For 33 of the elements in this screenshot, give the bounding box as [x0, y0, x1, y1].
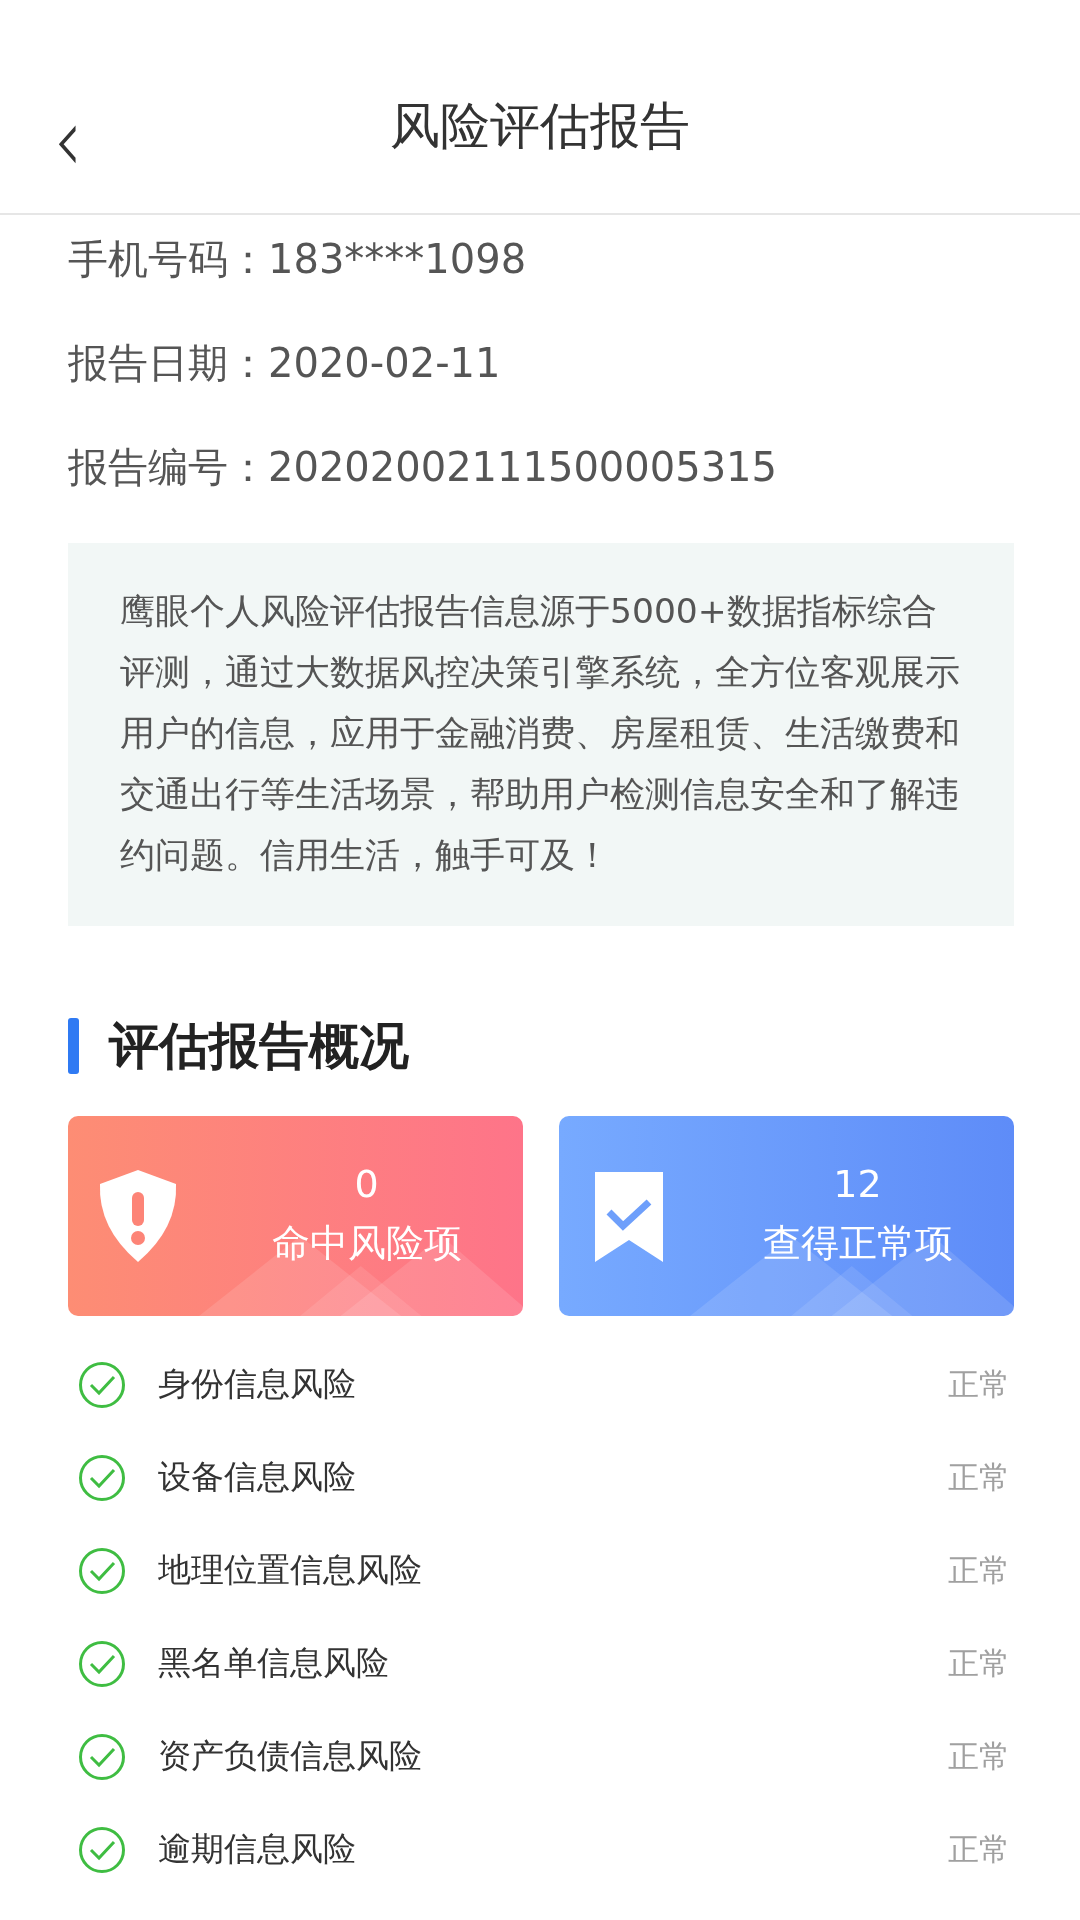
- status-text: 正常: [948, 1736, 1010, 1776]
- section-title: 评估报告概况: [109, 1015, 409, 1077]
- risk-item-name: 设备信息风险: [158, 1456, 357, 1498]
- accent-bar: [68, 1018, 79, 1074]
- info-label: 报告编号：: [68, 444, 268, 490]
- risk-item-name: 黑名单信息风险: [158, 1642, 390, 1684]
- check-circle-icon: [78, 1360, 126, 1409]
- check-circle-icon: [78, 1546, 126, 1595]
- card-label: 命中风险项: [271, 1220, 462, 1267]
- check-circle-icon: [78, 1732, 126, 1781]
- status-text: 正常: [948, 1364, 1010, 1404]
- status-text: 正常: [948, 1643, 1010, 1683]
- card-label: 查得正常项: [762, 1220, 953, 1267]
- risk-item-name: 身份信息风险: [158, 1363, 357, 1405]
- page-title: 风险评估报告: [390, 96, 690, 157]
- count-value: 12: [833, 1161, 882, 1208]
- check-circle-icon: [78, 1639, 126, 1688]
- risk-item-name: 逾期信息风险: [158, 1828, 357, 1870]
- risk-item-name: 资产负债信息风险: [158, 1735, 423, 1777]
- info-label: 手机号码：: [68, 236, 268, 282]
- info-label: 报告日期：: [68, 340, 268, 386]
- check-circle-icon: [78, 1453, 126, 1502]
- info-value: 20202002111500005315: [268, 444, 777, 490]
- status-text: 正常: [948, 1457, 1010, 1497]
- info-value: 2020-02-11: [268, 340, 501, 386]
- back-button[interactable]: ‹: [53, 100, 83, 180]
- notice-text: 鹰眼个人风险评估报告信息源于5000+数据指标综合评测，通过大数据风控决策引擎系统，全方位客观展示用户的信息，应用于金融消费、房屋租赁、生活缴费和交通出行等生活场景，帮助用户检测信息安全和了解违约问题。信用生活，触手可及！: [120, 590, 961, 877]
- check-circle-icon: [78, 1825, 126, 1874]
- status-text: 正常: [948, 1550, 1010, 1590]
- count-value: 0: [354, 1161, 379, 1208]
- info-value: 183****1098: [268, 236, 527, 282]
- status-text: 正常: [948, 1829, 1010, 1869]
- risk-item-name: 地理位置信息风险: [158, 1549, 423, 1591]
